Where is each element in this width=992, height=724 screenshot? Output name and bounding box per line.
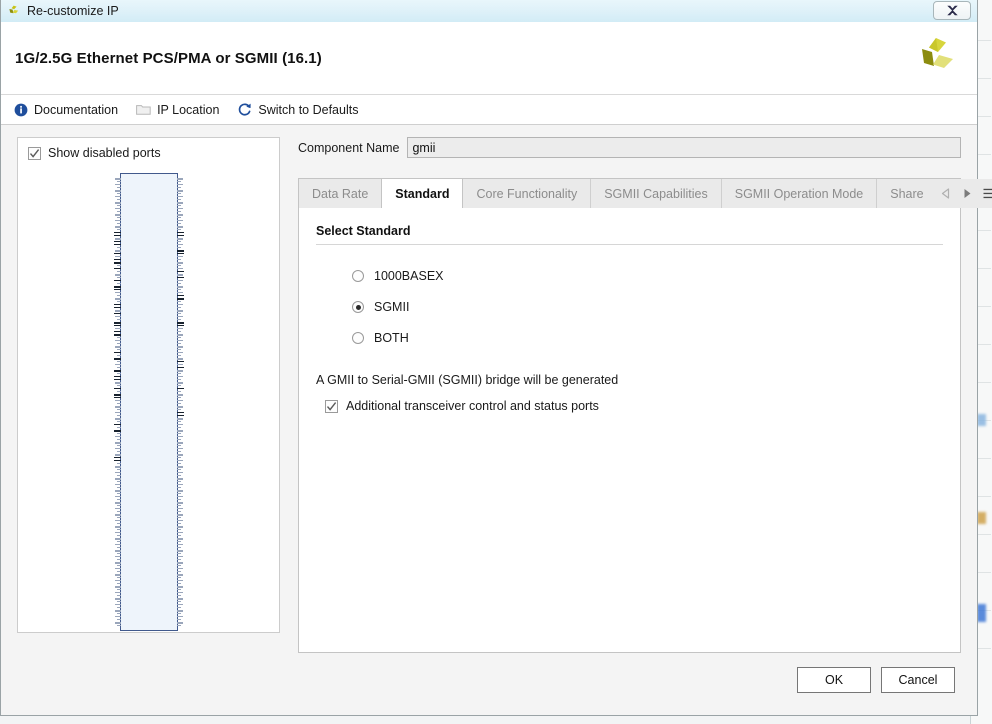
tab-data-rate[interactable]: Data Rate [299, 179, 383, 208]
re-customize-ip-dialog: Re-customize IP 1G/2.5G Ethernet PCS/PMA… [0, 0, 992, 716]
section-title: Select Standard [316, 224, 411, 238]
folder-icon [136, 102, 151, 117]
refresh-icon [237, 102, 252, 117]
dialog-titlebar: Re-customize IP [1, 0, 977, 22]
component-name-row: Component Name [298, 137, 961, 158]
checkbox-box [325, 399, 338, 413]
tab-label: Share [890, 186, 924, 201]
switch-to-defaults-button[interactable]: Switch to Defaults [237, 102, 358, 117]
tab-label: Data Rate [312, 186, 369, 201]
tab-label: SGMII Capabilities [604, 186, 708, 201]
show-disabled-ports-checkbox[interactable]: Show disabled ports [18, 138, 279, 160]
ip-symbol-panel: Show disabled ports [17, 137, 280, 633]
documentation-label: Documentation [34, 102, 119, 117]
tab-label: Standard [395, 186, 450, 201]
ip-location-button[interactable]: IP Location [136, 102, 219, 117]
dialog-toolbar: Documentation IP Location Switch to Defa… [1, 95, 977, 125]
config-tab-widget: Data Rate Standard Core Functionality SG… [298, 178, 992, 653]
xilinx-logo-icon [917, 36, 957, 79]
tab-core-functionality[interactable]: Core Functionality [463, 179, 592, 208]
ip-symbol-output-pins [177, 174, 184, 630]
tab-strip: Data Rate Standard Core Functionality SG… [298, 178, 992, 208]
switch-to-defaults-label: Switch to Defaults [258, 102, 359, 117]
radio-1000basex[interactable]: 1000BASEX [316, 269, 943, 283]
documentation-button[interactable]: Documentation [13, 102, 118, 117]
info-icon [13, 102, 28, 117]
show-disabled-ports-label: Show disabled ports [48, 146, 161, 160]
tab-label: Core Functionality [476, 186, 578, 201]
radio-label: SGMII [374, 300, 410, 314]
ip-location-label: IP Location [157, 102, 220, 117]
tab-standard[interactable]: Standard [381, 179, 464, 208]
tab-sgmii-operation-mode[interactable]: SGMII Operation Mode [721, 179, 878, 208]
radio-button-selected [352, 301, 364, 313]
ok-button[interactable]: OK [797, 667, 871, 693]
close-icon [946, 5, 958, 16]
section-divider [316, 244, 943, 245]
ip-block-symbol[interactable] [114, 173, 184, 631]
additional-transceiver-ports-label: Additional transceiver control and statu… [346, 399, 599, 413]
check-icon [326, 401, 337, 411]
component-name-label: Component Name [298, 140, 400, 155]
dialog-footer: OK Cancel [1, 653, 977, 715]
tab-scroll-controls [936, 179, 992, 208]
tab-sgmii-capabilities[interactable]: SGMII Capabilities [591, 179, 722, 208]
checkbox-box [28, 146, 41, 160]
tab-share[interactable]: Share [877, 179, 937, 208]
radio-label: BOTH [374, 331, 409, 345]
close-button[interactable] [933, 1, 971, 20]
radio-button [352, 332, 364, 344]
ip-symbol-input-pins [114, 174, 121, 630]
tab-label: SGMII Operation Mode [734, 186, 864, 201]
radio-sgmii[interactable]: SGMII [316, 300, 943, 314]
cancel-button[interactable]: Cancel [881, 667, 955, 693]
chevron-right-icon[interactable] [962, 188, 972, 199]
hamburger-menu-icon[interactable] [983, 188, 992, 199]
xilinx-logo-icon [7, 4, 21, 18]
ip-config-panel: Component Name Data Rate Standard Core F… [298, 137, 992, 653]
radio-label: 1000BASEX [374, 269, 444, 283]
component-name-input[interactable] [407, 137, 961, 158]
dialog-header: 1G/2.5G Ethernet PCS/PMA or SGMII (16.1) [1, 22, 977, 95]
additional-transceiver-ports-checkbox[interactable]: Additional transceiver control and statu… [316, 399, 943, 413]
page-title: 1G/2.5G Ethernet PCS/PMA or SGMII (16.1) [15, 49, 322, 67]
bridge-note-text: A GMII to Serial-GMII (SGMII) bridge wil… [316, 373, 619, 387]
check-icon [29, 148, 40, 158]
radio-button [352, 270, 364, 282]
dialog-title: Re-customize IP [27, 4, 119, 18]
dialog-body: Show disabled ports Component Name Data … [1, 125, 992, 653]
radio-both[interactable]: BOTH [316, 331, 943, 345]
chevron-left-icon[interactable] [941, 188, 951, 199]
standard-tab-page: Select Standard 1000BASEX SGMII BOTH A G… [298, 208, 961, 653]
